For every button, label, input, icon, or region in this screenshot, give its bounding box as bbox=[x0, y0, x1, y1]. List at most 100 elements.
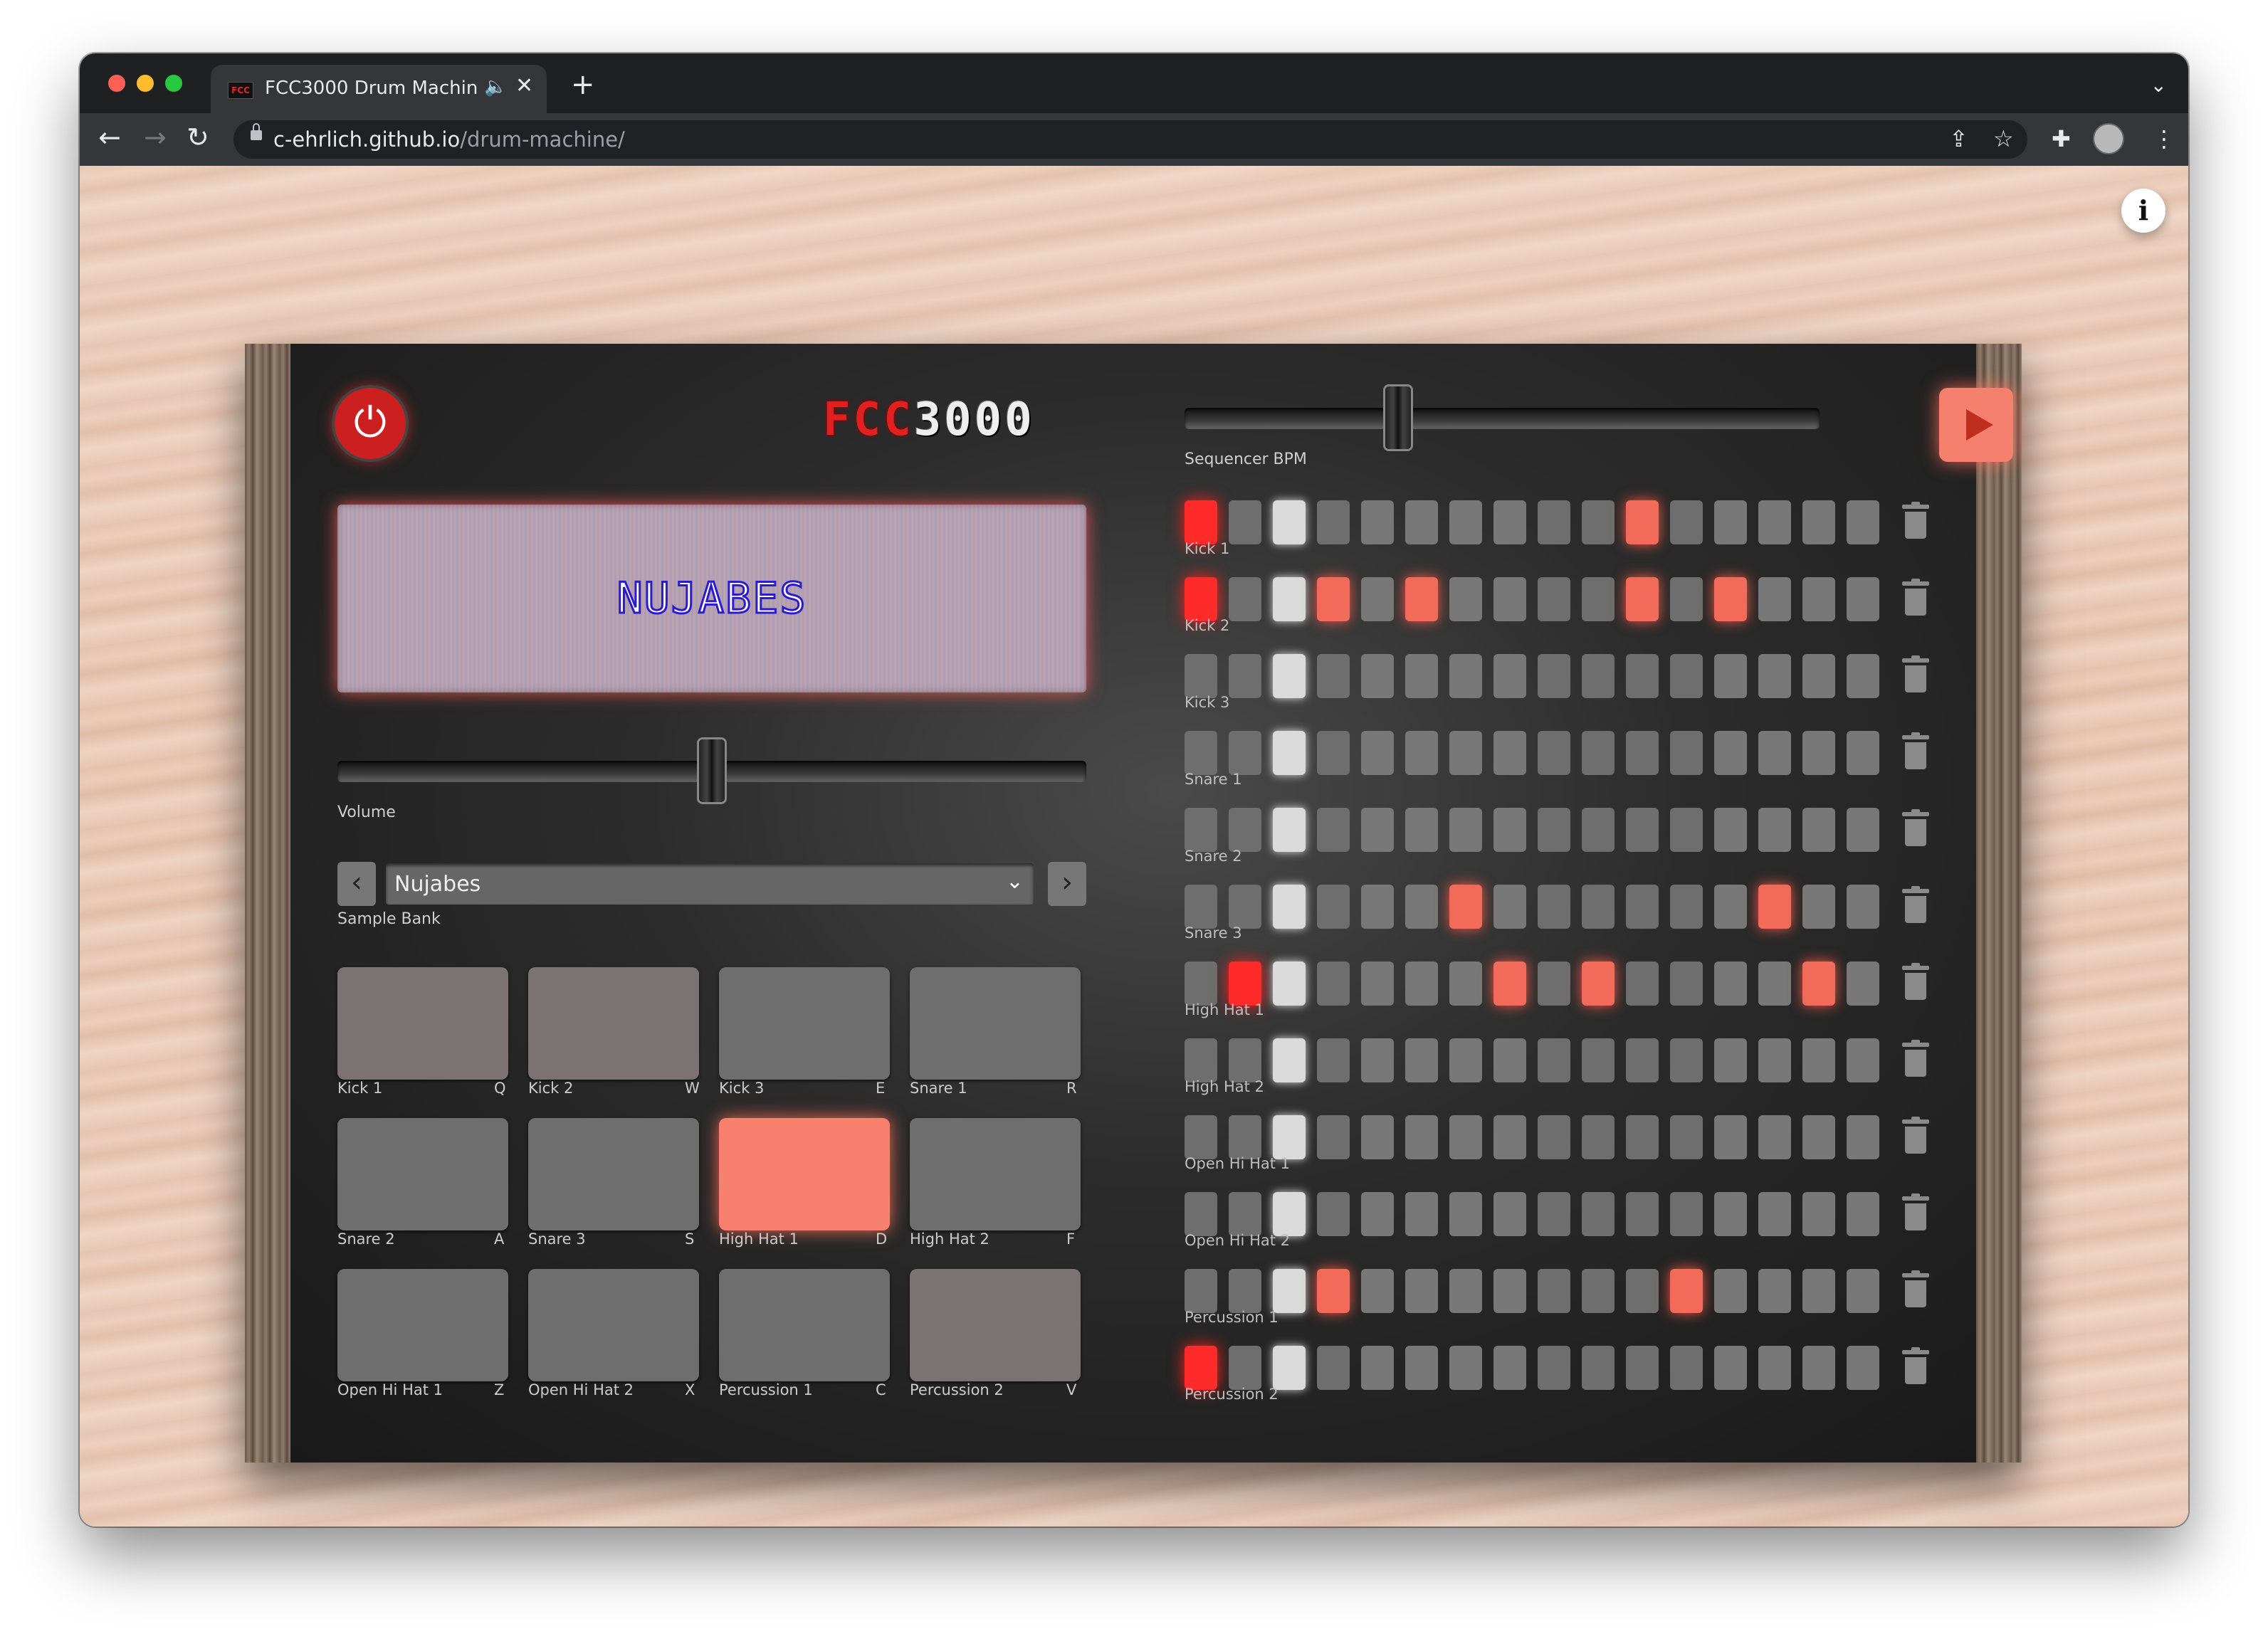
sequencer-step[interactable] bbox=[1538, 1269, 1570, 1313]
trash-icon[interactable] bbox=[1901, 579, 1931, 618]
bank-prev-button[interactable]: ‹ bbox=[337, 862, 376, 906]
sequencer-step[interactable] bbox=[1361, 808, 1394, 852]
sequencer-step[interactable] bbox=[1758, 577, 1791, 621]
forward-arrow-icon[interactable]: → bbox=[144, 123, 167, 152]
sequencer-step[interactable] bbox=[1582, 1346, 1615, 1390]
sequencer-step[interactable] bbox=[1449, 961, 1482, 1006]
sequencer-step[interactable] bbox=[1670, 1269, 1703, 1313]
sequencer-step[interactable] bbox=[1626, 500, 1659, 544]
sequencer-step[interactable] bbox=[1361, 500, 1394, 544]
sequencer-step[interactable] bbox=[1802, 961, 1835, 1006]
sequencer-step[interactable] bbox=[1317, 1269, 1350, 1313]
sequencer-step[interactable] bbox=[1229, 1192, 1261, 1236]
sequencer-step[interactable] bbox=[1361, 1269, 1394, 1313]
sequencer-step[interactable] bbox=[1538, 885, 1570, 929]
sequencer-step[interactable] bbox=[1405, 1346, 1438, 1390]
sequencer-step[interactable] bbox=[1185, 1038, 1217, 1082]
sequencer-step[interactable] bbox=[1758, 1346, 1791, 1390]
share-icon[interactable]: ⇪ bbox=[1949, 126, 1968, 152]
sequencer-step[interactable] bbox=[1626, 885, 1659, 929]
sequencer-step[interactable] bbox=[1670, 500, 1703, 544]
sequencer-step[interactable] bbox=[1493, 885, 1526, 929]
bank-next-button[interactable]: › bbox=[1048, 862, 1086, 906]
sequencer-step[interactable] bbox=[1670, 1038, 1703, 1082]
sequencer-step[interactable] bbox=[1626, 577, 1659, 621]
sequencer-step[interactable] bbox=[1229, 885, 1261, 929]
sequencer-step[interactable] bbox=[1582, 1192, 1615, 1236]
sequencer-step[interactable] bbox=[1538, 577, 1570, 621]
sequencer-step[interactable] bbox=[1847, 654, 1879, 698]
sequencer-step[interactable] bbox=[1317, 1346, 1350, 1390]
sequencer-step[interactable] bbox=[1626, 1269, 1659, 1313]
zoom-window-button[interactable] bbox=[165, 75, 182, 92]
sequencer-step[interactable] bbox=[1714, 577, 1747, 621]
sequencer-step[interactable] bbox=[1185, 731, 1217, 775]
sequencer-step[interactable] bbox=[1449, 885, 1482, 929]
profile-avatar[interactable] bbox=[2093, 123, 2124, 154]
pad-high-hat-1[interactable] bbox=[719, 1118, 890, 1230]
pad-snare-2[interactable] bbox=[337, 1118, 508, 1230]
sequencer-step[interactable] bbox=[1847, 808, 1879, 852]
back-arrow-icon[interactable]: ← bbox=[98, 123, 121, 152]
sequencer-step[interactable] bbox=[1361, 1038, 1394, 1082]
sequencer-step[interactable] bbox=[1317, 731, 1350, 775]
sequencer-step[interactable] bbox=[1670, 731, 1703, 775]
sequencer-step[interactable] bbox=[1714, 1192, 1747, 1236]
sequencer-step[interactable] bbox=[1185, 577, 1217, 621]
sequencer-step[interactable] bbox=[1802, 654, 1835, 698]
kebab-menu-icon[interactable]: ⋮ bbox=[2153, 126, 2175, 152]
sequencer-step[interactable] bbox=[1714, 1115, 1747, 1159]
sequencer-step[interactable] bbox=[1714, 1038, 1747, 1082]
sequencer-step[interactable] bbox=[1582, 1269, 1615, 1313]
sequencer-step[interactable] bbox=[1229, 1038, 1261, 1082]
sequencer-step[interactable] bbox=[1405, 654, 1438, 698]
sequencer-step[interactable] bbox=[1758, 961, 1791, 1006]
tab-close-icon[interactable]: ✕ bbox=[515, 73, 533, 98]
sequencer-step[interactable] bbox=[1317, 1115, 1350, 1159]
sequencer-step[interactable] bbox=[1449, 1269, 1482, 1313]
sequencer-step[interactable] bbox=[1802, 1192, 1835, 1236]
sequencer-step[interactable] bbox=[1273, 808, 1306, 852]
sequencer-step[interactable] bbox=[1758, 1115, 1791, 1159]
sequencer-step[interactable] bbox=[1273, 577, 1306, 621]
sequencer-step[interactable] bbox=[1273, 654, 1306, 698]
sequencer-step[interactable] bbox=[1670, 1346, 1703, 1390]
sequencer-step[interactable] bbox=[1670, 577, 1703, 621]
sequencer-step[interactable] bbox=[1361, 961, 1394, 1006]
sequencer-step[interactable] bbox=[1273, 1269, 1306, 1313]
trash-icon[interactable] bbox=[1901, 1040, 1931, 1080]
sequencer-step[interactable] bbox=[1273, 731, 1306, 775]
sequencer-step[interactable] bbox=[1758, 500, 1791, 544]
sequencer-step[interactable] bbox=[1405, 961, 1438, 1006]
sequencer-step[interactable] bbox=[1538, 731, 1570, 775]
sample-bank-select[interactable]: Nujabes ⌄ bbox=[386, 863, 1034, 905]
sequencer-step[interactable] bbox=[1847, 500, 1879, 544]
sequencer-step[interactable] bbox=[1449, 577, 1482, 621]
sequencer-step[interactable] bbox=[1538, 1346, 1570, 1390]
sequencer-step[interactable] bbox=[1758, 654, 1791, 698]
sequencer-step[interactable] bbox=[1493, 1115, 1526, 1159]
bookmark-star-icon[interactable]: ☆ bbox=[1993, 126, 2014, 152]
sequencer-step[interactable] bbox=[1449, 1115, 1482, 1159]
sequencer-step[interactable] bbox=[1361, 654, 1394, 698]
sequencer-step[interactable] bbox=[1449, 731, 1482, 775]
sequencer-step[interactable] bbox=[1449, 808, 1482, 852]
sequencer-step[interactable] bbox=[1670, 654, 1703, 698]
sequencer-step[interactable] bbox=[1802, 1346, 1835, 1390]
sequencer-step[interactable] bbox=[1847, 577, 1879, 621]
play-button[interactable] bbox=[1939, 388, 2013, 462]
trash-icon[interactable] bbox=[1901, 1193, 1931, 1233]
sequencer-step[interactable] bbox=[1405, 1038, 1438, 1082]
sequencer-step[interactable] bbox=[1229, 1269, 1261, 1313]
sequencer-step[interactable] bbox=[1802, 885, 1835, 929]
sequencer-step[interactable] bbox=[1185, 1269, 1217, 1313]
sequencer-step[interactable] bbox=[1758, 885, 1791, 929]
sequencer-step[interactable] bbox=[1185, 1115, 1217, 1159]
trash-icon[interactable] bbox=[1901, 809, 1931, 849]
extensions-puzzle-icon[interactable]: ✚ bbox=[2052, 126, 2071, 152]
sequencer-step[interactable] bbox=[1714, 1269, 1747, 1313]
sequencer-step[interactable] bbox=[1405, 885, 1438, 929]
sequencer-step[interactable] bbox=[1626, 654, 1659, 698]
sequencer-step[interactable] bbox=[1361, 885, 1394, 929]
sequencer-step[interactable] bbox=[1361, 731, 1394, 775]
